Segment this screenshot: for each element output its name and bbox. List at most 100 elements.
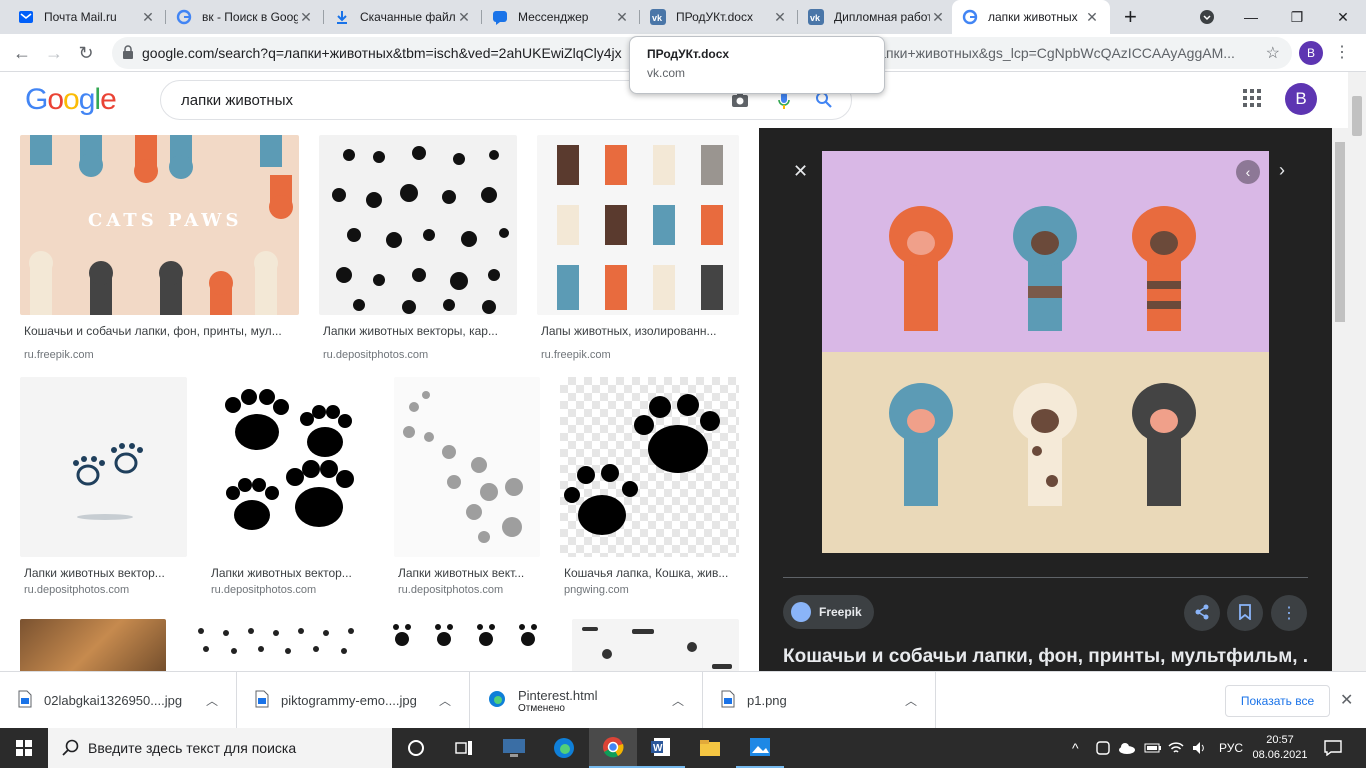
close-icon[interactable]: ✕ (930, 9, 946, 26)
result-thumbnail[interactable] (394, 377, 540, 557)
battery-icon[interactable] (1144, 728, 1162, 768)
result-source[interactable]: ru.depositphotos.com (398, 584, 503, 596)
download-item[interactable]: p1.png ︿ (703, 672, 936, 729)
chevron-up-icon[interactable]: ︿ (206, 692, 218, 709)
download-item[interactable]: piktogrammy-emo....jpg ︿ (237, 672, 470, 729)
result-card[interactable] (20, 619, 166, 671)
result-source[interactable]: ru.freepik.com (541, 349, 611, 361)
word-icon[interactable]: W (637, 728, 685, 768)
edge-browser-icon[interactable] (540, 728, 588, 768)
result-title[interactable]: Кошачьи и собачьи лапки, фон, принты, му… (24, 324, 299, 338)
result-title[interactable]: Лапки животных вектор... (24, 566, 187, 580)
back-icon[interactable]: ← (8, 39, 36, 67)
result-thumbnail[interactable] (382, 619, 552, 671)
close-icon[interactable]: ✕ (772, 9, 788, 26)
photos-icon[interactable] (736, 728, 784, 768)
result-card[interactable]: Лапки животных вект... ru.depositphotos.… (394, 377, 540, 602)
account-avatar[interactable]: B (1285, 83, 1317, 115)
wifi-icon[interactable] (1168, 728, 1184, 768)
microphone-icon[interactable] (777, 91, 791, 115)
share-button[interactable] (1184, 595, 1220, 631)
result-thumbnail[interactable] (319, 135, 517, 315)
task-view-icon[interactable] (440, 728, 488, 768)
preview-scrollbar[interactable] (1332, 128, 1348, 671)
volume-icon[interactable] (1192, 728, 1208, 768)
tab-diploma[interactable]: vk Дипломная работа ✕ (798, 0, 956, 34)
clock[interactable]: 20:57 08.06.2021 (1252, 728, 1308, 768)
result-source[interactable]: ru.freepik.com (24, 349, 94, 361)
cloud-icon[interactable] (1118, 728, 1136, 768)
new-tab-button[interactable]: + (1114, 0, 1146, 34)
chevron-left-icon[interactable]: ‹ (1236, 160, 1260, 184)
download-item[interactable]: Pinterest.html Отменено ︿ (470, 672, 703, 729)
chevron-right-icon[interactable]: › (1279, 160, 1285, 181)
result-card[interactable]: CATS PAWS Кошачьи и собачьи лапки, фон, … (20, 135, 299, 361)
chevron-up-icon[interactable]: ︿ (905, 692, 917, 709)
result-source[interactable]: pngwing.com (564, 584, 629, 596)
result-title[interactable]: Лапки животных вектор... (211, 566, 374, 580)
chevron-up-icon[interactable]: ︿ (672, 692, 684, 709)
result-card[interactable] (382, 619, 552, 671)
window-close-button[interactable]: ✕ (1320, 0, 1366, 34)
source-badge[interactable]: Freepik (783, 595, 874, 629)
result-thumbnail[interactable] (537, 135, 739, 315)
result-card[interactable]: Лапки животных вектор... ru.depositphoto… (20, 377, 187, 602)
cortana-icon[interactable] (392, 728, 440, 768)
result-source[interactable]: ru.depositphotos.com (24, 584, 129, 596)
more-options-button[interactable]: ⋮ (1271, 595, 1307, 631)
meet-now-icon[interactable] (1096, 728, 1110, 768)
result-thumbnail[interactable] (207, 377, 374, 557)
chrome-icon[interactable] (589, 728, 637, 768)
remote-desktop-icon[interactable] (490, 728, 538, 768)
close-icon[interactable]: ✕ (140, 9, 156, 26)
result-thumbnail[interactable] (186, 619, 362, 671)
result-thumbnail[interactable] (572, 619, 739, 671)
language-indicator[interactable]: РУС (1219, 728, 1243, 768)
show-all-button[interactable]: Показать все (1225, 685, 1330, 717)
result-thumbnail[interactable] (20, 377, 187, 557)
tab-google-vk[interactable]: вк - Поиск в Google ✕ (166, 0, 324, 34)
tray-chevron-up-icon[interactable]: ^ (1072, 728, 1079, 768)
result-card[interactable]: Лапки животных вектор... ru.depositphoto… (207, 377, 374, 602)
preview-title[interactable]: Кошачьи и собачьи лапки, фон, принты, му… (783, 646, 1308, 668)
windows-start-icon[interactable] (0, 728, 48, 768)
result-card[interactable]: Лапки животных векторы, кар... ru.deposi… (319, 135, 517, 361)
bookmark-star-icon[interactable]: ☆ (1266, 43, 1280, 63)
result-title[interactable]: Кошачья лапка, Кошка, жив... (564, 566, 739, 580)
search-icon[interactable] (815, 91, 833, 113)
tab-search-button[interactable] (1184, 0, 1230, 34)
preview-image[interactable]: ‹ (822, 151, 1269, 553)
profile-avatar[interactable]: B (1299, 41, 1323, 65)
camera-icon[interactable] (731, 92, 749, 112)
close-icon[interactable]: ✕ (614, 9, 630, 26)
close-icon[interactable]: ✕ (1084, 9, 1100, 26)
download-item[interactable]: 02labgkai1326950....jpg ︿ (0, 672, 237, 729)
result-card[interactable] (572, 619, 739, 671)
taskbar-search-input[interactable]: Введите здесь текст для поиска (48, 728, 392, 768)
page-scrollbar[interactable] (1348, 72, 1366, 671)
result-source[interactable]: ru.depositphotos.com (323, 349, 428, 361)
result-title[interactable]: Лапки животных векторы, кар... (323, 324, 517, 338)
save-button[interactable] (1227, 595, 1263, 631)
close-icon[interactable]: ✕ (298, 9, 314, 26)
result-thumbnail[interactable] (560, 377, 739, 557)
google-logo[interactable]: Google (25, 83, 117, 117)
tab-product-docx[interactable]: vk ПРодУКт.docx ✕ (640, 0, 798, 34)
tab-messenger[interactable]: Мессенджер ✕ (482, 0, 640, 34)
result-title[interactable]: Лапы животных, изолированн... (541, 324, 739, 338)
result-card[interactable] (186, 619, 362, 671)
close-icon[interactable]: ✕ (1340, 690, 1353, 710)
result-thumbnail[interactable] (20, 619, 166, 671)
forward-icon[interactable]: → (40, 39, 68, 67)
close-icon[interactable]: ✕ (456, 9, 472, 26)
result-card[interactable]: Кошачья лапка, Кошка, жив... pngwing.com (560, 377, 739, 602)
notifications-icon[interactable] (1324, 728, 1342, 768)
close-icon[interactable]: ✕ (793, 161, 808, 182)
result-thumbnail[interactable]: CATS PAWS (20, 135, 299, 315)
apps-grid-icon[interactable] (1243, 89, 1261, 110)
menu-icon[interactable]: ⋮ (1334, 42, 1350, 62)
tab-paws-active[interactable]: лапки животных ✕ (952, 0, 1110, 34)
reload-icon[interactable]: ↻ (72, 39, 100, 67)
file-explorer-icon[interactable] (686, 728, 734, 768)
result-source[interactable]: ru.depositphotos.com (211, 584, 316, 596)
